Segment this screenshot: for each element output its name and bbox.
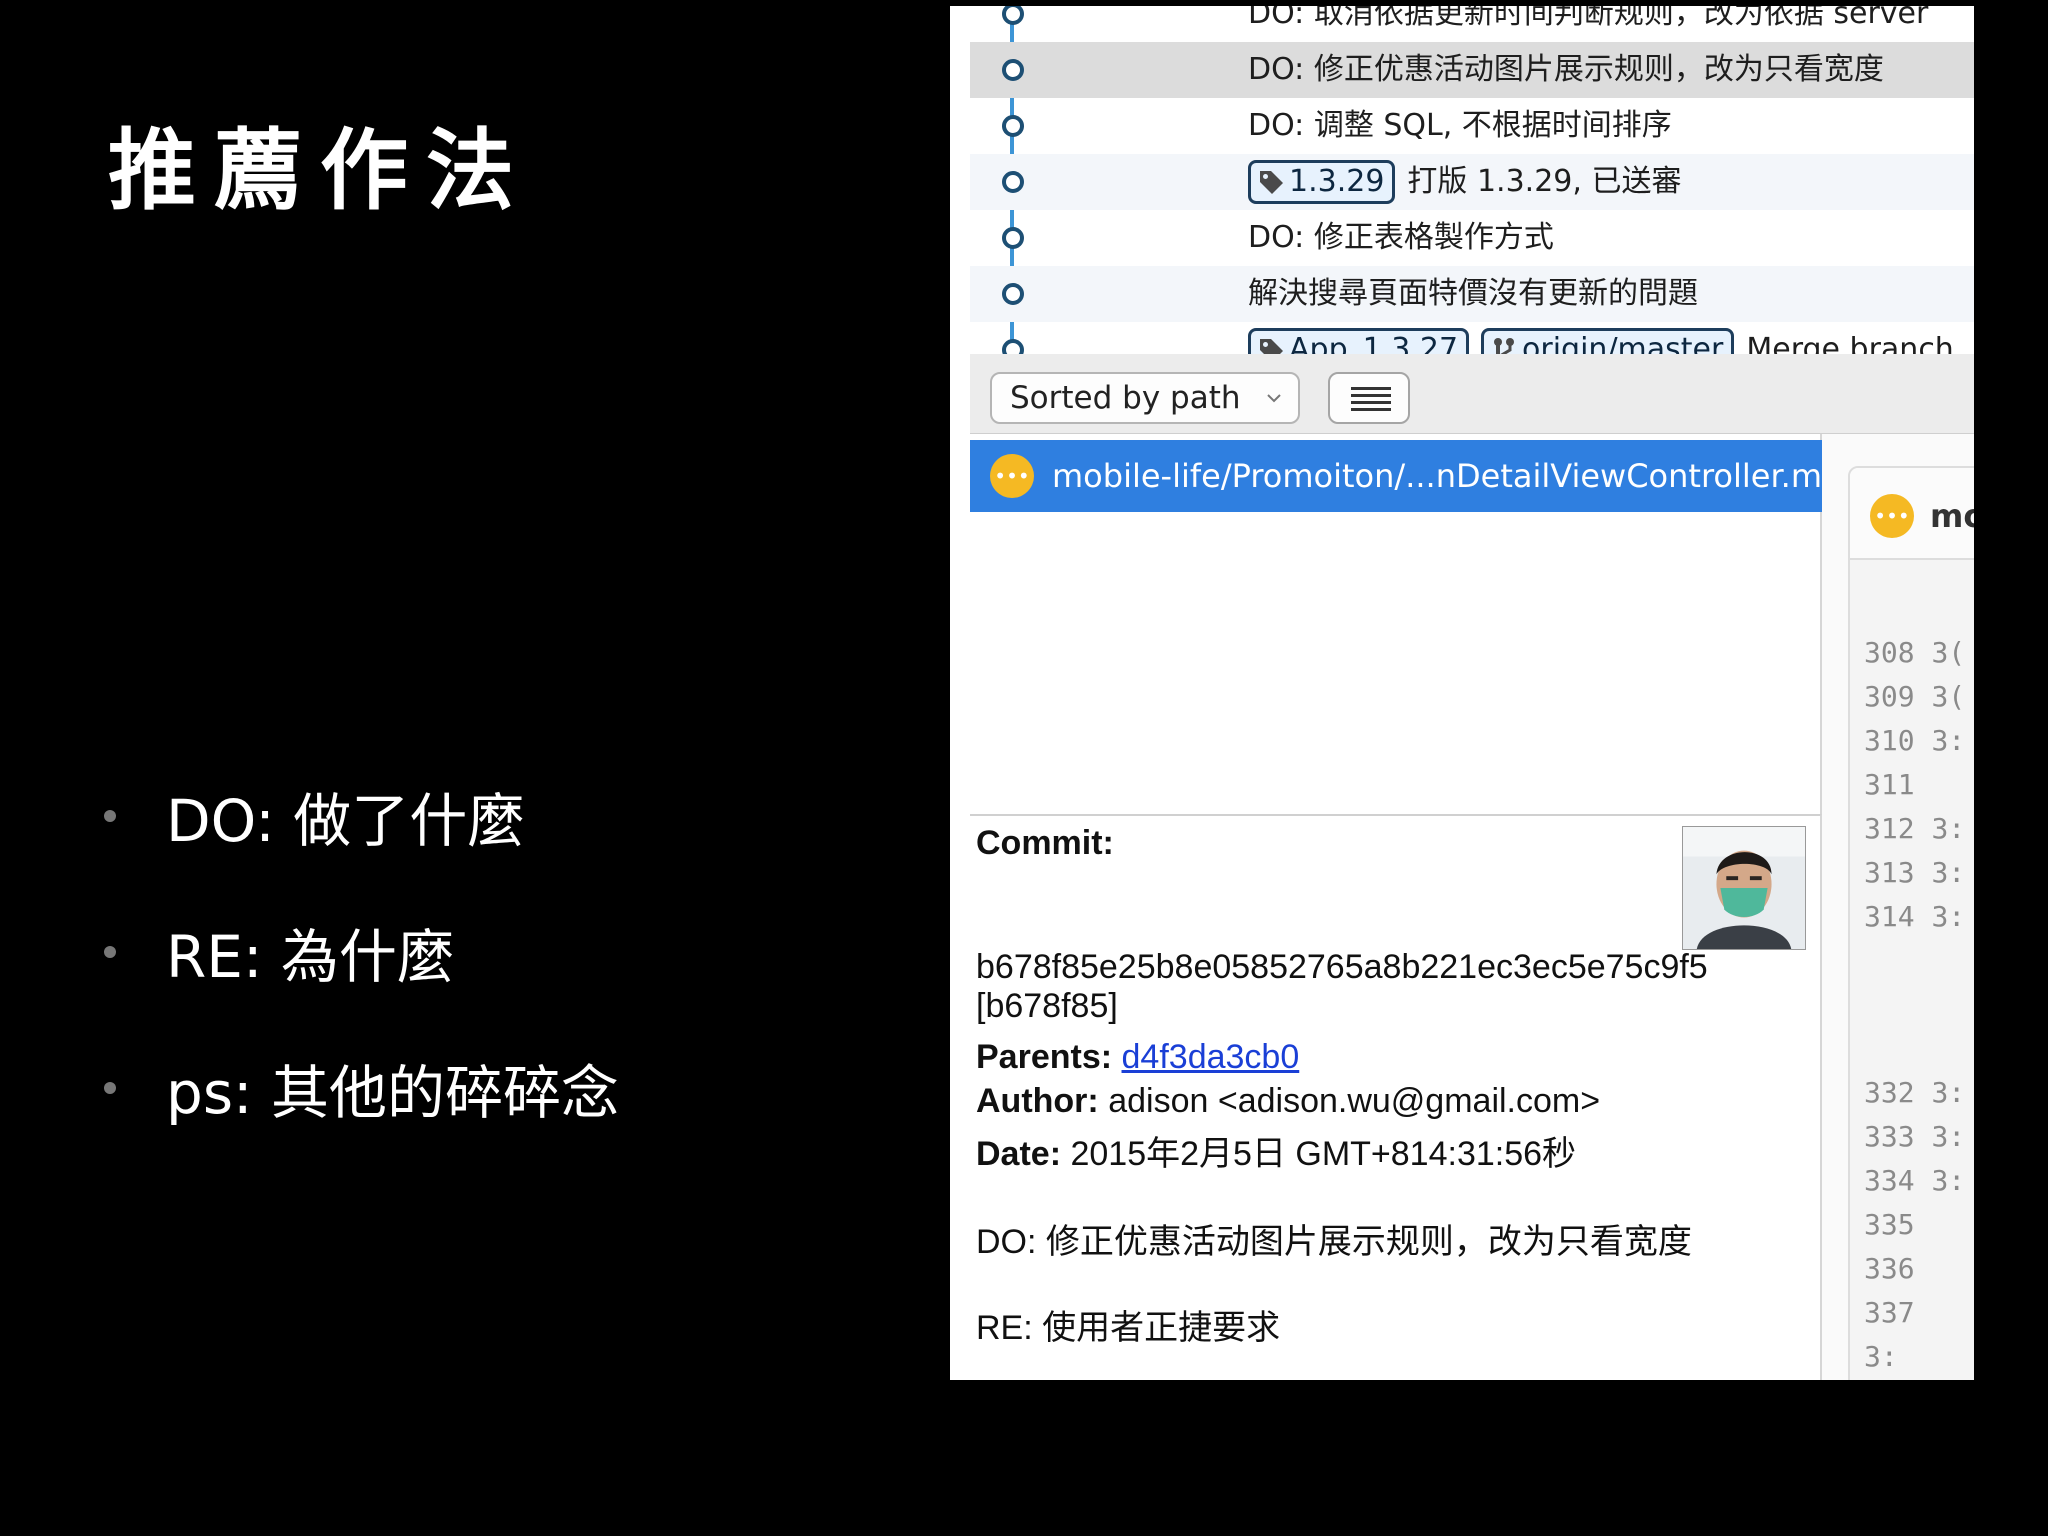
modified-status-icon: ••• <box>990 454 1034 498</box>
commit-message-re: RE: 使用者正捷要求 <box>976 1309 1281 1347</box>
author-avatar <box>1682 826 1806 950</box>
commit-node-icon <box>1002 227 1024 249</box>
commit-hash: b678f85e25b8e05852765a8b221ec3ec5e75c9f5… <box>976 948 1816 1026</box>
list-view-button[interactable] <box>1328 372 1410 424</box>
diff-file-name: mo <box>1930 497 1974 535</box>
diff-line-number: 308 3( <box>1864 636 1966 669</box>
bullet-dot-icon <box>104 1082 116 1094</box>
diff-line-number: 311 <box>1864 768 1915 801</box>
bullet-dot-icon <box>104 946 116 958</box>
commit-message-with-tag: 1.3.29 打版 1.3.29, 已送審 <box>1248 154 1681 210</box>
changed-files-list: ••• mobile-life/Promoiton/...nDetailView… <box>970 434 1822 814</box>
commit-row[interactable]: App_1.3.27 origin/master Merge branch <box>970 322 1974 354</box>
parents-label: Parents: <box>976 1038 1113 1076</box>
diff-line-number: 309 3( <box>1864 680 1966 713</box>
diff-line-number: 310 3: <box>1864 724 1966 757</box>
commit-row[interactable]: 解決搜尋頁面特價沒有更新的問題 <box>970 266 1974 322</box>
modified-status-icon: ••• <box>1870 494 1914 538</box>
commit-row[interactable]: DO: 修正优惠活动图片展示规则，改为只看宽度 <box>970 42 1974 98</box>
bullet-item: DO: 做了什麼 <box>104 748 619 884</box>
commit-row[interactable]: DO: 取消依据更新时间判断规则，改为依据 server <box>970 6 1974 42</box>
tag-label: origin/master <box>1522 332 1724 354</box>
diff-line-number: 314 3: <box>1864 900 1966 933</box>
commit-message-with-tag: App_1.3.27 origin/master Merge branch <box>1248 322 1954 354</box>
bullet-text: RE: 為什麼 <box>166 923 455 991</box>
commit-message: DO: 取消依据更新时间判断规则，改为依据 server <box>1248 6 1929 31</box>
diff-line-number: 334 3: <box>1864 1164 1966 1197</box>
author-label: Author: <box>976 1082 1099 1120</box>
commit-message: DO: 修正优惠活动图片展示规则，改为只看宽度 <box>1248 52 1884 87</box>
date-label: Date: <box>976 1135 1062 1173</box>
commit-message: 解決搜尋頁面特價沒有更新的問題 <box>1248 276 1698 311</box>
author-value: adison <adison.wu@gmail.com> <box>1108 1082 1601 1120</box>
bullet-text: ps: 其他的碎碎念 <box>166 1059 620 1127</box>
diff-header: ••• mo <box>1850 468 1974 560</box>
branch-icon <box>1494 338 1515 354</box>
date-line: Date: 2015年2月5日 GMT+814:31:56秒 <box>976 1126 1576 1175</box>
diff-card: ••• mo 308 3( 309 3( 310 3: 311 312 3: 3… <box>1848 466 1974 1380</box>
author-line: Author: adison <adison.wu@gmail.com> <box>976 1082 1600 1121</box>
sort-dropdown[interactable]: Sorted by path <box>990 372 1300 424</box>
commit-message: DO: 调整 SQL, 不根据时间排序 <box>1248 108 1672 143</box>
diff-line-number: 333 3: <box>1864 1120 1966 1153</box>
commit-row[interactable]: 1.3.29 打版 1.3.29, 已送審 <box>970 154 1974 210</box>
diff-line-number: 335 <box>1864 1208 1915 1241</box>
commit-node-icon <box>1002 339 1024 354</box>
commit-row[interactable]: DO: 调整 SQL, 不根据时间排序 <box>970 98 1974 154</box>
bullet-dot-icon <box>104 810 116 822</box>
remote-branch-tag[interactable]: origin/master <box>1481 328 1735 354</box>
tag-label: App_1.3.27 <box>1289 332 1459 354</box>
bullet-item: RE: 為什麼 <box>104 884 619 1020</box>
commit-message: Merge branch <box>1746 332 1954 354</box>
tag-label: 1.3.29 <box>1289 164 1385 199</box>
bullet-item: ps: 其他的碎碎念 <box>104 1020 619 1156</box>
diff-line-number: 336 <box>1864 1252 1915 1285</box>
commit-node-icon <box>1002 6 1024 25</box>
list-icon <box>1351 387 1391 411</box>
tag-icon <box>1260 171 1283 194</box>
bullet-list: DO: 做了什麼 RE: 為什麼 ps: 其他的碎碎念 <box>104 748 619 1156</box>
commit-node-icon <box>1002 283 1024 305</box>
commit-label: Commit: <box>976 824 1114 862</box>
version-tag[interactable]: App_1.3.27 <box>1248 328 1470 354</box>
chevron-down-icon <box>1267 394 1281 403</box>
diff-line-number: 313 3: <box>1864 856 1966 889</box>
commit-node-icon <box>1002 59 1024 81</box>
sort-dropdown-label: Sorted by path <box>1010 380 1241 416</box>
file-path: mobile-life/Promoiton/...nDetailViewCont… <box>1052 457 1822 495</box>
commit-node-icon <box>1002 115 1024 137</box>
diff-line-number: 337 <box>1864 1296 1915 1329</box>
commit-message: DO: 修正表格製作方式 <box>1248 220 1554 255</box>
diff-line-number: 3: <box>1864 1340 1898 1373</box>
commit-hash-short: [b678f85] <box>976 987 1118 1025</box>
bullet-text: DO: 做了什麼 <box>166 787 526 855</box>
changed-file-row[interactable]: ••• mobile-life/Promoiton/...nDetailView… <box>970 440 1822 512</box>
tag-icon <box>1260 339 1283 354</box>
diff-line-number: 332 3: <box>1864 1076 1966 1109</box>
file-toolbar: Sorted by path <box>970 354 1974 434</box>
commit-message-do: DO: 修正优惠活动图片展示规则，改为只看宽度 <box>976 1223 1692 1261</box>
diff-line-number: 312 3: <box>1864 812 1966 845</box>
commit-node-icon <box>1002 171 1024 193</box>
commit-message: 打版 1.3.29, 已送審 <box>1407 164 1682 199</box>
slide-title: 推薦作法 <box>108 119 533 222</box>
commit-row[interactable]: DO: 修正表格製作方式 <box>970 210 1974 266</box>
git-client-screenshot: DO: 取消依据更新时间判断规则，改为依据 server DO: 修正优惠活动图… <box>950 6 1974 1380</box>
parents-line: Parents: d4f3da3cb0 <box>976 1038 1299 1077</box>
version-tag[interactable]: 1.3.29 <box>1248 160 1396 204</box>
parent-commit-link[interactable]: d4f3da3cb0 <box>1122 1038 1300 1076</box>
date-value: 2015年2月5日 GMT+814:31:56秒 <box>1070 1135 1577 1173</box>
commit-history: DO: 取消依据更新时间判断规则，改为依据 server DO: 修正优惠活动图… <box>970 6 1974 354</box>
diff-pane: ••• mo 308 3( 309 3( 310 3: 311 312 3: 3… <box>1822 434 1974 1380</box>
commit-details: Commit: b678f85e25b8e05852765a8b221ec3ec… <box>970 814 1822 1380</box>
commit-hash-full: b678f85e25b8e05852765a8b221ec3ec5e75c9f5 <box>976 948 1708 986</box>
